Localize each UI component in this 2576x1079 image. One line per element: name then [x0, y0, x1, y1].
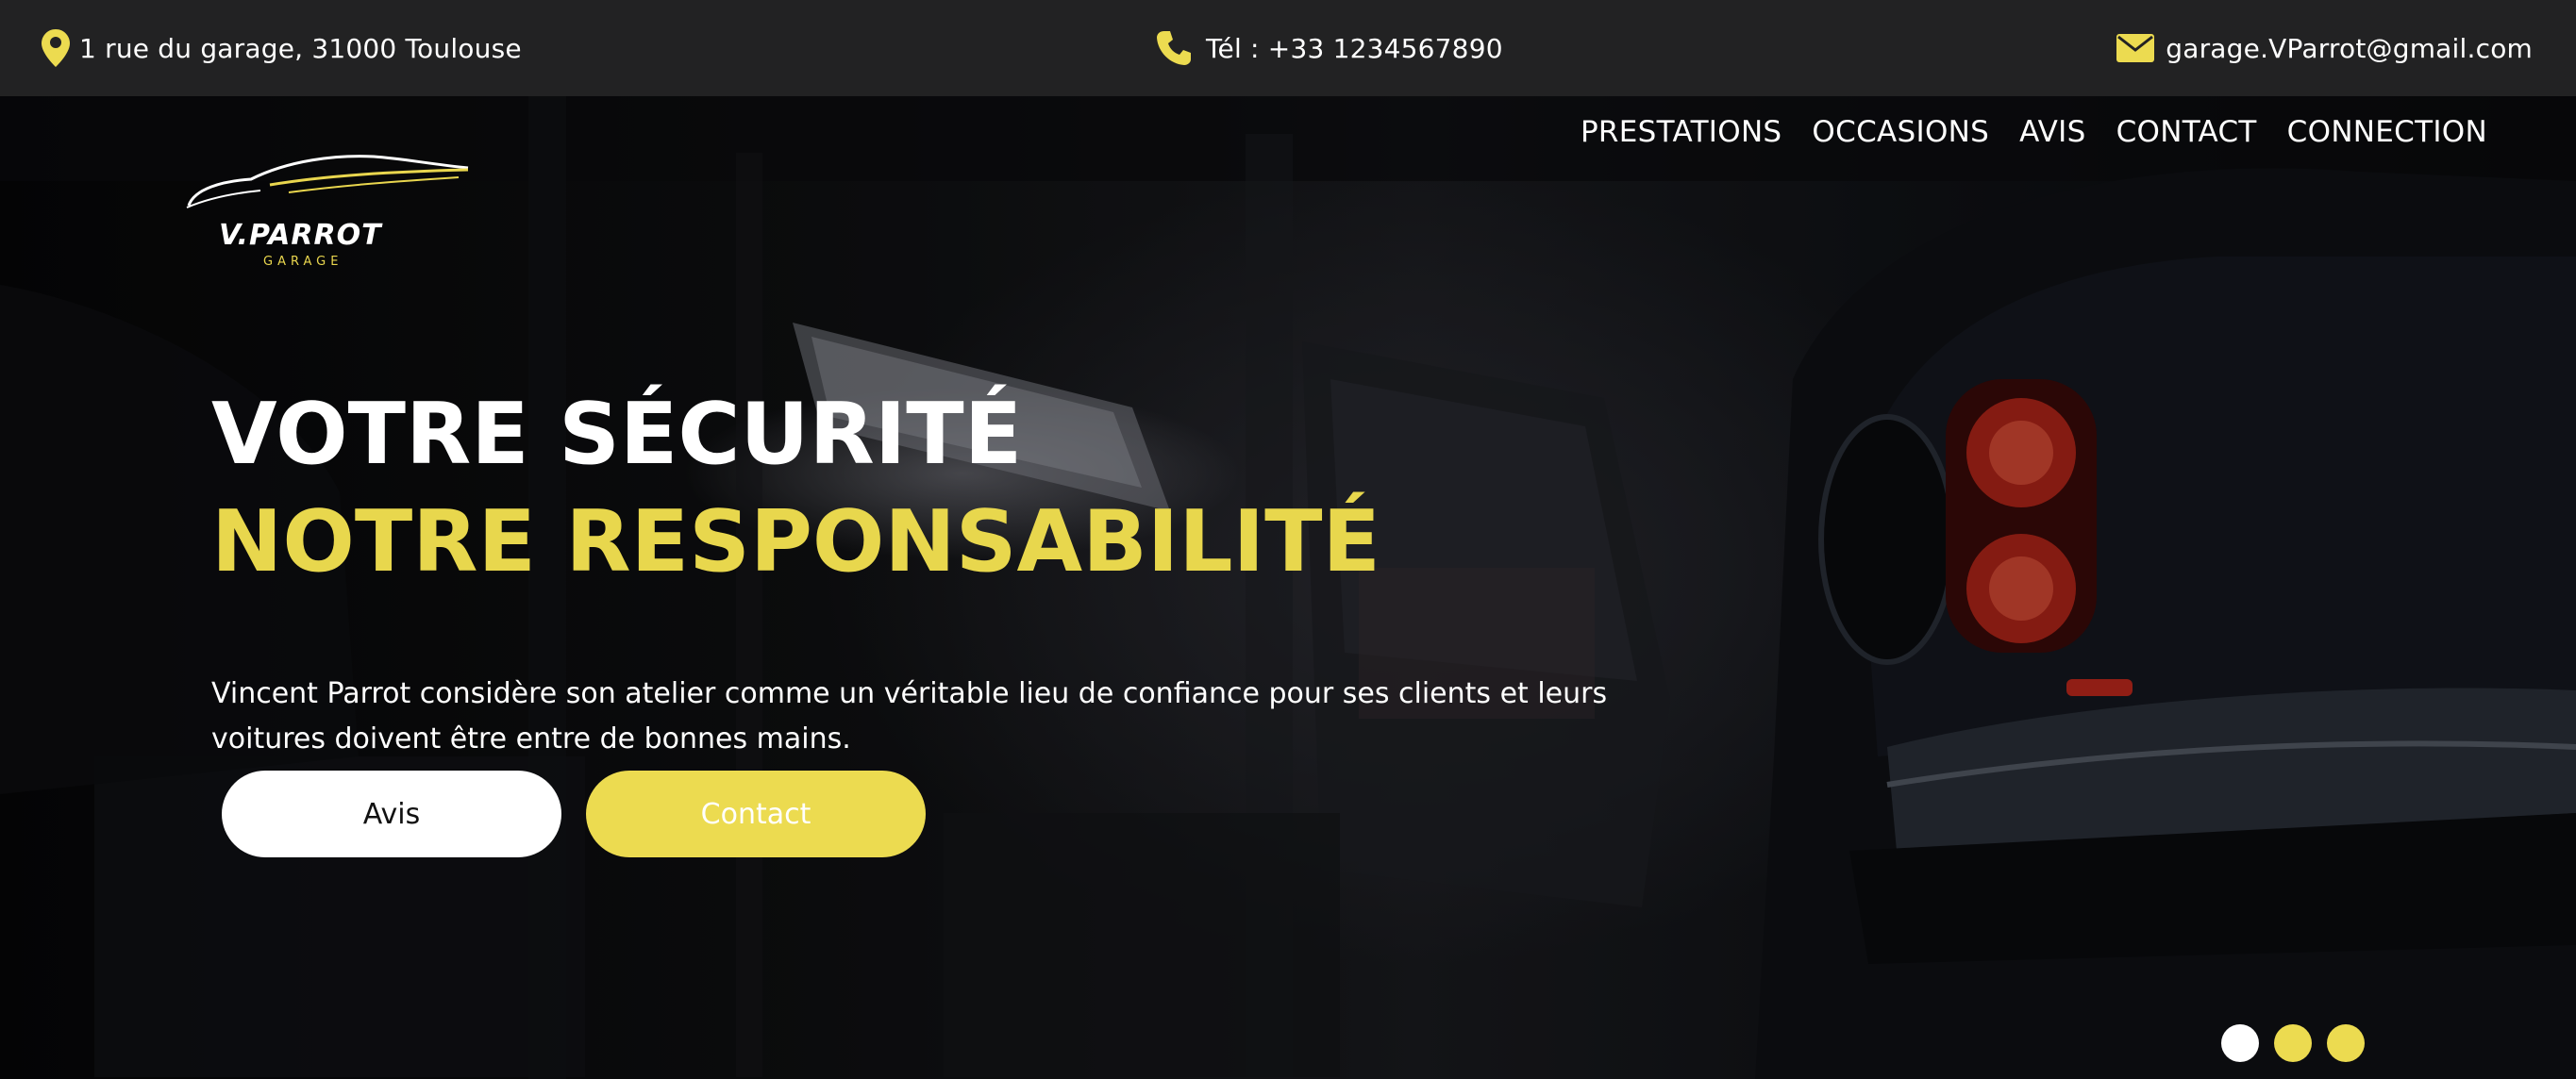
logo-name: V.PARROT: [219, 219, 382, 252]
map-pin-icon: [42, 29, 79, 67]
nav-item-occasions[interactable]: OCCASIONS: [1812, 115, 1989, 149]
brand-logo[interactable]: V.PARROT GARAGE: [185, 151, 477, 274]
phone-text: Tél : +33 1234567890: [1206, 32, 1503, 64]
nav-item-contact[interactable]: CONTACT: [2116, 115, 2257, 149]
car-silhouette-icon: [186, 155, 469, 208]
hero-title-line2: NOTRE RESPONSABILITÉ: [211, 492, 1380, 591]
top-info-bar: 1 rue du garage, 31000 Toulouse Tél : +3…: [0, 0, 2576, 96]
email-text: garage.VParrot@gmail.com: [2166, 32, 2533, 64]
phone-icon: [1157, 30, 1206, 66]
address-text: 1 rue du garage, 31000 Toulouse: [79, 32, 522, 64]
slider-dot-3[interactable]: [2327, 1024, 2365, 1062]
hero-title-line1: VOTRE SÉCURITÉ: [211, 385, 1023, 484]
slider-dot-2[interactable]: [2274, 1024, 2312, 1062]
nav-item-avis[interactable]: AVIS: [2019, 115, 2085, 149]
hero-section: PRESTATIONS OCCASIONS AVIS CONTACT CONNE…: [0, 96, 2576, 1079]
hero-description: Vincent Parrot considère son atelier com…: [211, 677, 1608, 755]
email-info[interactable]: garage.VParrot@gmail.com: [2116, 0, 2533, 96]
main-nav: PRESTATIONS OCCASIONS AVIS CONTACT CONNE…: [1581, 115, 2487, 149]
avis-button[interactable]: Avis: [222, 771, 561, 857]
nav-item-connection[interactable]: CONNECTION: [2287, 115, 2487, 149]
envelope-icon: [2116, 34, 2166, 62]
slider-dots: [2221, 1024, 2365, 1062]
slider-dot-1[interactable]: [2221, 1024, 2259, 1062]
logo-subtitle: GARAGE: [263, 255, 343, 269]
hero-headline: VOTRE SÉCURITÉ NOTRE RESPONSABILITÉ: [211, 381, 1380, 596]
phone-info[interactable]: Tél : +33 1234567890: [1157, 0, 1503, 96]
contact-button[interactable]: Contact: [586, 771, 926, 857]
nav-item-prestations[interactable]: PRESTATIONS: [1581, 115, 1781, 149]
address-info: 1 rue du garage, 31000 Toulouse: [42, 0, 522, 96]
